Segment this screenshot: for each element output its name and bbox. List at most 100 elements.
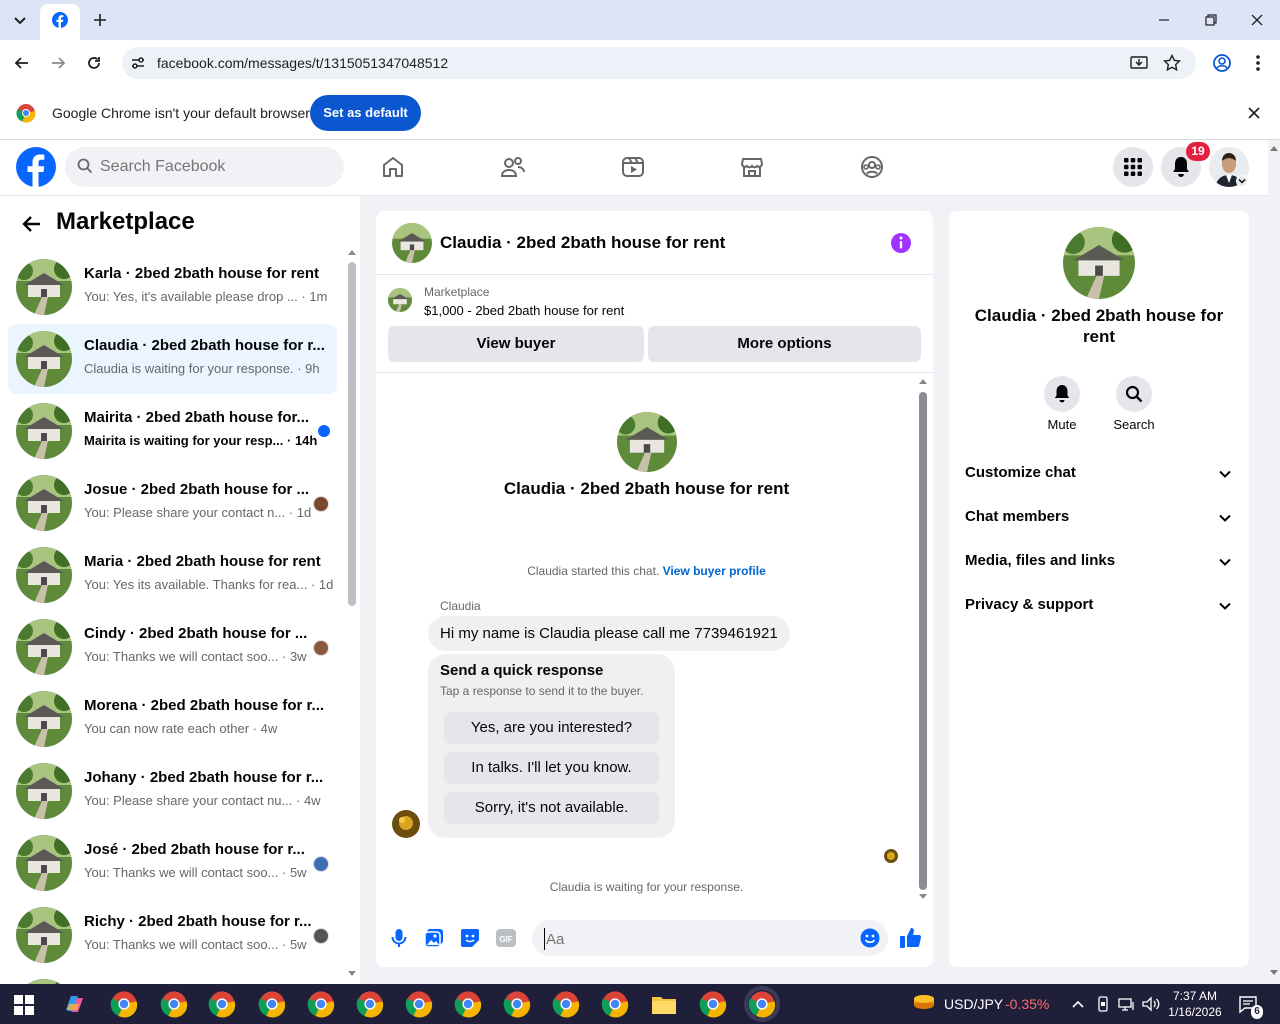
chrome-taskbar-icon[interactable]	[307, 990, 335, 1018]
chrome-taskbar-icon[interactable]	[699, 990, 727, 1018]
view-buyer-button[interactable]: View buyer	[388, 326, 644, 362]
copilot-button[interactable]	[62, 992, 86, 1016]
conversation-item[interactable]: Claudia · 2bed 2bath house for r... Claud…	[8, 324, 337, 394]
mute-button[interactable]	[1044, 376, 1080, 412]
chevron-down-icon[interactable]	[1219, 514, 1231, 522]
chrome-taskbar-icon[interactable]	[405, 990, 433, 1018]
bookmark-button[interactable]	[1163, 54, 1181, 72]
conversation-item[interactable]: Cindy · 2bed 2bath house for ... You: Tha…	[8, 612, 337, 682]
reload-button[interactable]	[84, 53, 104, 73]
back-button[interactable]	[12, 53, 32, 73]
details-avatar[interactable]	[1063, 227, 1135, 299]
minimize-button[interactable]	[1156, 12, 1172, 28]
chevron-down-icon[interactable]	[1219, 602, 1231, 610]
tray-volume-icon[interactable]	[1142, 996, 1160, 1012]
ticker-symbol[interactable]: USD/JPY	[944, 996, 1003, 1012]
quick-reply-interested[interactable]: Yes, are you interested?	[444, 712, 659, 744]
active-tab[interactable]	[40, 4, 80, 40]
chat-title[interactable]: Claudia · 2bed 2bath house for rent	[440, 233, 725, 253]
tray-device-icon[interactable]	[1095, 996, 1111, 1012]
chevron-down-icon[interactable]	[1219, 470, 1231, 478]
attach-media-button[interactable]	[424, 928, 444, 948]
more-options-button[interactable]: More options	[648, 326, 921, 362]
chevron-down-icon[interactable]	[1219, 558, 1231, 566]
tray-overflow-button[interactable]	[1071, 997, 1085, 1011]
page-scroll-up[interactable]	[1268, 143, 1280, 153]
chrome-taskbar-icon[interactable]	[356, 990, 384, 1018]
chat-members-section[interactable]: Chat members	[965, 508, 1069, 525]
sticker-button[interactable]	[460, 928, 480, 948]
conversation-item[interactable]: Morena · 2bed 2bath house for r... You ca…	[8, 684, 337, 754]
facebook-search-input[interactable]	[100, 156, 330, 178]
message-input[interactable]	[544, 928, 844, 950]
site-info-icon[interactable]	[130, 55, 146, 71]
conversation-item[interactable]: José · 2bed 2bath house for r... You: Tha…	[8, 828, 337, 898]
restore-button[interactable]	[1203, 12, 1219, 28]
quick-reply-in-talks[interactable]: In talks. I'll let you know.	[444, 752, 659, 784]
listing-thumb[interactable]	[388, 288, 412, 312]
conversation-item[interactable]: Maria · 2bed 2bath house for rent You: Ye…	[8, 540, 337, 610]
incoming-message[interactable]: Hi my name is Claudia please call me 773…	[428, 616, 790, 651]
url-text[interactable]: facebook.com/messages/t/1315051347048512	[157, 55, 448, 71]
tray-network-icon[interactable]	[1118, 996, 1136, 1012]
tab-search-button[interactable]	[8, 8, 32, 32]
nav-home[interactable]	[381, 155, 405, 179]
sender-avatar[interactable]	[392, 810, 420, 838]
conversation-item[interactable]: Mairita · 2bed 2bath house for... Mairita…	[8, 396, 337, 466]
chrome-taskbar-icon[interactable]	[454, 990, 482, 1018]
chrome-taskbar-icon[interactable]	[208, 990, 236, 1018]
sidebar-scrollbar[interactable]	[348, 262, 356, 606]
new-tab-button[interactable]	[90, 10, 110, 30]
nav-groups[interactable]	[860, 155, 884, 179]
ticker-widget-icon[interactable]	[912, 993, 936, 1015]
privacy-support-section[interactable]: Privacy & support	[965, 596, 1093, 613]
chrome-taskbar-icon[interactable]	[748, 990, 776, 1018]
voice-clip-button[interactable]	[389, 928, 409, 948]
menu-button[interactable]	[1113, 147, 1153, 187]
forward-button[interactable]	[48, 53, 68, 73]
chrome-taskbar-icon[interactable]	[552, 990, 580, 1018]
chat-scroll-down[interactable]	[918, 893, 928, 901]
sidebar-scroll-down[interactable]	[347, 970, 357, 978]
profile-button[interactable]	[1212, 53, 1232, 73]
install-app-button[interactable]	[1130, 54, 1148, 72]
chat-scroll-up[interactable]	[918, 377, 928, 385]
chat-scrollbar[interactable]	[919, 392, 927, 890]
nav-marketplace[interactable]	[740, 155, 764, 179]
quick-reply-not-available[interactable]: Sorry, it's not available.	[444, 792, 659, 824]
view-buyer-profile-link[interactable]: View buyer profile	[663, 564, 766, 578]
conversation-item[interactable]: Dalia · 2bed 2bath house for r...	[8, 972, 337, 984]
nav-friends[interactable]	[500, 155, 526, 179]
listing-price-title[interactable]: $1,000 - 2bed 2bath house for rent	[424, 303, 624, 318]
start-button[interactable]	[14, 995, 34, 1015]
clock[interactable]: 7:37 AM 1/16/2026	[1166, 988, 1224, 1020]
conversation-item[interactable]: Josue · 2bed 2bath house for ... You: Ple…	[8, 468, 337, 538]
media-files-links-section[interactable]: Media, files and links	[965, 552, 1115, 569]
chrome-taskbar-icon[interactable]	[601, 990, 629, 1018]
nav-video[interactable]	[621, 155, 645, 179]
account-chevron[interactable]	[1236, 175, 1248, 187]
conversation-info-button[interactable]	[890, 232, 912, 254]
customize-chat-section[interactable]: Customize chat	[965, 464, 1076, 481]
like-button[interactable]	[899, 926, 923, 950]
conversation-item[interactable]: Karla · 2bed 2bath house for rent You: Ye…	[8, 252, 337, 322]
facebook-logo[interactable]	[16, 147, 56, 187]
file-explorer-icon[interactable]	[650, 990, 678, 1018]
emoji-button[interactable]	[860, 928, 880, 948]
conversation-item[interactable]: Richy · 2bed 2bath house for r... You: Th…	[8, 900, 337, 970]
search-in-conversation-button[interactable]	[1116, 376, 1152, 412]
chrome-taskbar-icon[interactable]	[258, 990, 286, 1018]
close-window-button[interactable]	[1249, 12, 1265, 28]
chrome-taskbar-icon[interactable]	[160, 990, 188, 1018]
chrome-taskbar-icon[interactable]	[110, 990, 138, 1018]
chat-header-thumb[interactable]	[392, 223, 432, 263]
page-scroll-down[interactable]	[1268, 968, 1280, 978]
conversation-item[interactable]: Johany · 2bed 2bath house for r... You: P…	[8, 756, 337, 826]
chrome-taskbar-icon[interactable]	[503, 990, 531, 1018]
chrome-menu-button[interactable]	[1250, 53, 1266, 73]
sidebar-scroll-up[interactable]	[347, 248, 357, 256]
back-arrow-button[interactable]	[20, 212, 44, 236]
infobar-close-button[interactable]	[1246, 105, 1262, 121]
set-default-button[interactable]: Set as default	[310, 95, 421, 131]
gif-button[interactable]: GIF	[496, 929, 516, 947]
